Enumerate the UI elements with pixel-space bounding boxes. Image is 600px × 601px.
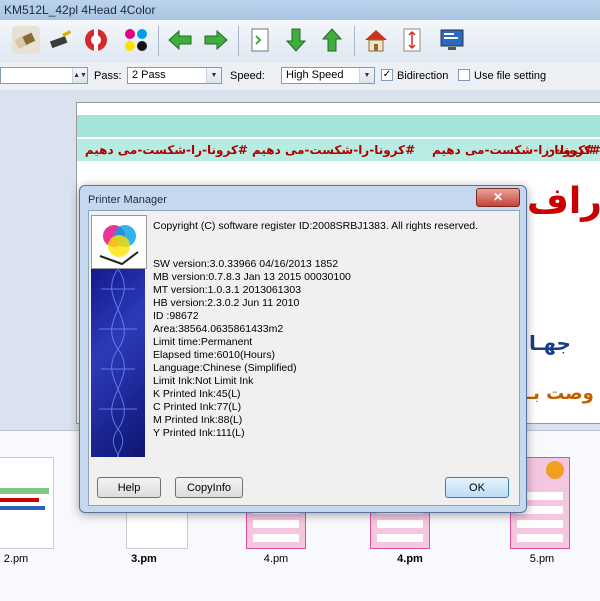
pass-select[interactable]: 2 Pass ▼ xyxy=(127,67,222,84)
close-button[interactable]: ✕ xyxy=(476,188,520,207)
thumbnail-label: 3.pm xyxy=(131,553,157,565)
info-line: MB version:0.7.8.3 Jan 13 2015 00030100 xyxy=(153,271,351,283)
thumbnail[interactable] xyxy=(0,457,54,549)
home-icon[interactable] xyxy=(362,26,390,54)
printer-logo-icon xyxy=(91,215,147,269)
info-line: SW version:3.0.33966 04/16/2013 1852 xyxy=(153,258,339,270)
dialog-title: Printer Manager xyxy=(88,194,167,206)
printer-manager-dialog: Printer Manager ✕ Copyright (C) software… xyxy=(79,185,527,513)
thumbnail-label: 4.pm xyxy=(263,553,289,565)
arrow-left-icon[interactable] xyxy=(166,26,194,54)
info-line: HB version:2.3.0.2 Jun 11 2010 xyxy=(153,297,300,309)
thumbnail-label: 2.pm xyxy=(3,553,29,565)
bidirection-label: Bidirection xyxy=(397,70,449,82)
use-file-setting-checkbox[interactable] xyxy=(458,69,470,81)
info-line: Area:38564.0635861433m2 xyxy=(153,323,284,335)
pass-label: Pass: xyxy=(94,70,122,82)
chevron-down-icon[interactable]: ▼ xyxy=(206,68,221,83)
color-dots-icon[interactable] xyxy=(122,26,150,54)
copyinfo-button[interactable]: CopyInfo xyxy=(175,477,243,498)
toolbar-separator xyxy=(238,26,239,56)
toolbar xyxy=(0,20,600,63)
info-line: Limit time:Permanent xyxy=(153,336,253,348)
chevron-down-icon[interactable]: ▼ xyxy=(359,68,374,83)
speed-label: Speed: xyxy=(230,70,265,82)
info-line: Limit Ink:Not Limit Ink xyxy=(153,375,254,387)
preview-text: #کرونا-را-شکست-می دهیم xyxy=(84,143,248,157)
copies-spinner[interactable]: ▲▼ xyxy=(0,67,88,84)
preview-text: #کرونا-را-شکست-می دهیم xyxy=(547,143,600,157)
arrow-up-icon[interactable] xyxy=(318,26,346,54)
speed-select-value: High Speed xyxy=(286,69,344,81)
dialog-body: Copyright (C) software register ID:2008S… xyxy=(88,210,520,506)
toolbar-separator xyxy=(354,26,355,56)
decorative-panel xyxy=(91,268,145,458)
vertical-measure-icon[interactable] xyxy=(398,26,426,54)
info-line: C Printed Ink:77(L) xyxy=(153,401,242,413)
spinner-arrows-icon[interactable]: ▲▼ xyxy=(72,68,87,83)
info-line: Elapsed time:6010(Hours) xyxy=(153,349,275,361)
preview-stripe xyxy=(77,115,600,137)
arrow-right-icon[interactable] xyxy=(202,26,230,54)
preview-text: #کرونا-را-شکست-می دهیم xyxy=(252,143,416,157)
ok-button[interactable]: OK xyxy=(445,477,509,498)
info-line: Language:Chinese (Simplified) xyxy=(153,362,297,374)
bidirection-checkbox[interactable]: ✓ xyxy=(381,69,393,81)
info-line: MT version:1.0.3.1 2013061303 xyxy=(153,284,302,296)
thumbnail-label: 5.pm xyxy=(529,553,555,565)
copyright-text: Copyright (C) software register ID:2008S… xyxy=(153,220,479,232)
use-file-setting-label: Use file setting xyxy=(474,70,547,82)
info-line: M Printed Ink:88(L) xyxy=(153,414,243,426)
preview-banner-fragment: جهـا xyxy=(529,331,571,355)
window-title: KM512L_42pl 4Head 4Color xyxy=(4,3,156,17)
info-line: Y Printed Ink:111(L) xyxy=(153,427,245,439)
lifebuoy-icon[interactable] xyxy=(82,26,110,54)
settings-bar: ▲▼ Pass: 2 Pass ▼ Speed: High Speed ▼ ✓ … xyxy=(0,62,600,91)
help-button[interactable]: Help xyxy=(97,477,161,498)
thumbnail-label: 4.pm xyxy=(397,553,423,565)
page-icon[interactable] xyxy=(246,26,274,54)
info-line: ID :98672 xyxy=(153,310,199,322)
pass-select-value: 2 Pass xyxy=(132,69,166,81)
arrow-down-icon[interactable] xyxy=(282,26,310,54)
speed-select[interactable]: High Speed ▼ xyxy=(281,67,375,84)
monitor-icon[interactable] xyxy=(438,26,466,54)
broom-icon[interactable] xyxy=(46,26,74,54)
preview-banner-fragment: دراف xyxy=(527,181,600,222)
eraser-icon[interactable] xyxy=(12,26,40,54)
toolbar-separator xyxy=(158,26,159,56)
info-line: K Printed Ink:45(L) xyxy=(153,388,241,400)
preview-banner-fragment: وصت بـ xyxy=(527,383,594,404)
title-bar: KM512L_42pl 4Head 4Color xyxy=(0,0,600,21)
